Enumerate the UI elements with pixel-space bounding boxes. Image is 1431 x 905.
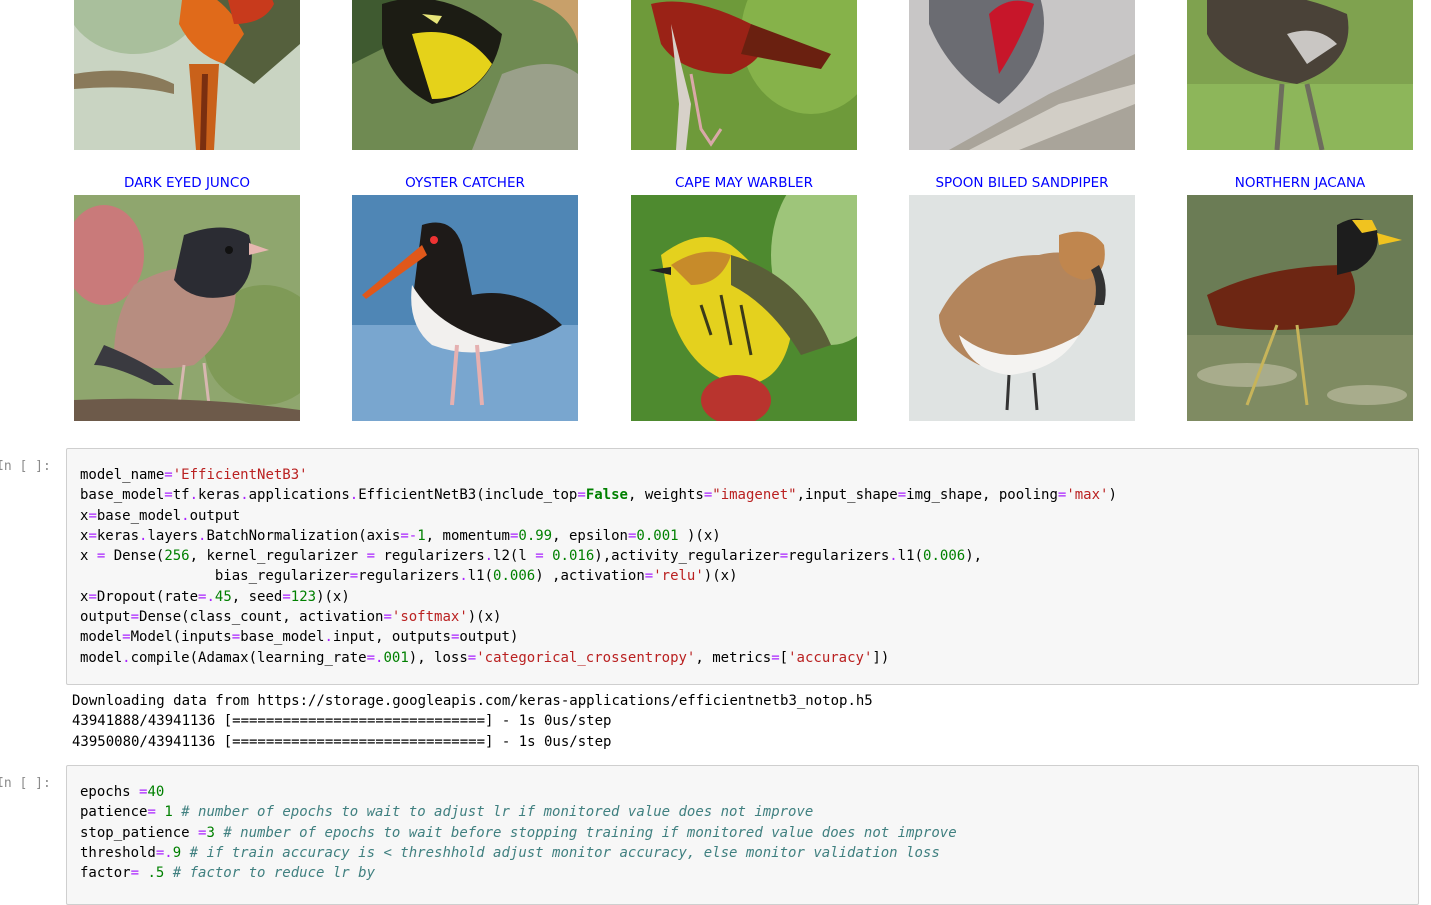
cell-prompt-1: In [ ]: xyxy=(0,459,51,474)
code-line: base_model=tf.keras.applications.Efficie… xyxy=(80,487,1117,504)
cell-prompt-2: In [ ]: xyxy=(0,776,51,791)
bird-image-cape-may-warbler xyxy=(631,195,857,421)
bird-title-oyster-catcher: OYSTER CATCHER xyxy=(405,175,525,191)
bird-image-partial-4 xyxy=(909,0,1135,150)
code-cell-2[interactable]: epochs =40 patience= 1 # number of epochs… xyxy=(66,765,1419,905)
bird-image-northern-jacana xyxy=(1187,195,1413,421)
code-line: factor= .5 # factor to reduce lr by xyxy=(80,865,376,882)
output-line: 43941888/43941136 [=====================… xyxy=(72,713,612,730)
bird-image-partial-1 xyxy=(74,0,300,150)
bird-title-cape-may-warbler: CAPE MAY WARBLER xyxy=(675,175,813,191)
code-line: output=Dense(class_count, activation='so… xyxy=(80,609,502,626)
bird-image-partial-2 xyxy=(352,0,578,150)
bird-image-partial-5 xyxy=(1187,0,1413,150)
output-line: 43950080/43941136 [=====================… xyxy=(72,733,612,750)
code-cell-1[interactable]: model_name='EfficientNetB3' base_model=tf… xyxy=(66,448,1419,685)
code-line: x=Dropout(rate=.45, seed=123)(x) xyxy=(80,588,350,605)
code-line: model_name='EfficientNetB3' xyxy=(80,467,308,483)
bird-image-partial-3 xyxy=(631,0,857,150)
code-line: x=base_model.output xyxy=(80,507,241,524)
bird-title-spoon-biled-sandpiper: SPOON BILED SANDPIPER xyxy=(935,175,1109,191)
code-line: x = Dense(256, kernel_regularizer = regu… xyxy=(80,548,983,565)
code-line: model=Model(inputs=base_model.input, out… xyxy=(80,629,519,646)
bird-image-spoon-biled-sandpiper xyxy=(909,195,1135,421)
code-editor-1[interactable]: model_name='EfficientNetB3' base_model=tf… xyxy=(67,449,1418,668)
code-line: model.compile(Adamax(learning_rate=.001)… xyxy=(80,649,890,666)
code-line: x=keras.layers.BatchNormalization(axis=-… xyxy=(80,527,721,544)
code-line: patience= 1 # number of epochs to wait t… xyxy=(80,804,814,821)
bird-image-dark-eyed-junco xyxy=(74,195,300,421)
code-line: epochs =40 xyxy=(80,784,165,800)
bird-title-northern-jacana: NORTHERN JACANA xyxy=(1234,175,1366,191)
code-line: threshold=.9 # if train accuracy is < th… xyxy=(80,844,940,861)
code-line: stop_patience =3 # number of epochs to w… xyxy=(80,824,957,841)
output-line: Downloading data from https://storage.go… xyxy=(72,693,873,709)
bird-title-dark-eyed-junco: DARK EYED JUNCO xyxy=(124,175,250,191)
bird-image-oyster-catcher xyxy=(352,195,578,421)
code-editor-2[interactable]: epochs =40 patience= 1 # number of epochs… xyxy=(67,766,1418,883)
code-line: bias_regularizer=regularizers.l1(0.006) … xyxy=(80,568,738,585)
cell-output-1: Downloading data from https://storage.go… xyxy=(72,691,873,752)
